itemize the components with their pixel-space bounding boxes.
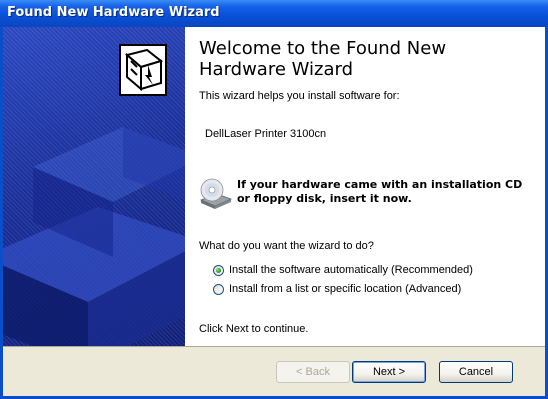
wizard-client-area: Welcome to the Found New Hardware Wizard… <box>3 27 545 396</box>
option-label: Install from a list or specific location… <box>229 283 462 295</box>
hardware-install-icon <box>119 44 167 96</box>
cancel-button[interactable]: Cancel <box>439 361 513 383</box>
page-title: Welcome to the Found New Hardware Wizard <box>199 38 447 80</box>
question-text: What do you want the wizard to do? <box>199 240 374 252</box>
option-label: Install the software automatically (Reco… <box>229 264 473 276</box>
back-button[interactable]: < Back <box>276 361 350 383</box>
device-name: DellLaser Printer 3100cn <box>205 128 327 140</box>
wizard-window: Found New Hardware Wizard Welcome to the… <box>0 0 548 399</box>
cd-prompt: If your hardware came with an installati… <box>237 178 523 205</box>
option-install-from-list[interactable]: Install from a list or specific location… <box>213 283 461 295</box>
sidebar-art <box>3 44 185 346</box>
window-title: Found New Hardware Wizard <box>7 5 220 20</box>
title-bar[interactable]: Found New Hardware Wizard <box>0 0 548 27</box>
button-bar: < Back Next > Cancel <box>3 346 545 396</box>
radio-selected-icon[interactable] <box>213 264 224 276</box>
wizard-content: Welcome to the Found New Hardware Wizard… <box>185 27 545 346</box>
next-button[interactable]: Next > <box>352 361 426 383</box>
intro-text: This wizard helps you install software f… <box>199 90 400 102</box>
wizard-sidebar <box>3 27 185 346</box>
option-install-automatically[interactable]: Install the software automatically (Reco… <box>213 264 473 276</box>
cd-drive-icon <box>199 178 233 209</box>
continue-text: Click Next to continue. <box>199 323 309 335</box>
radio-unselected-icon[interactable] <box>213 283 224 295</box>
